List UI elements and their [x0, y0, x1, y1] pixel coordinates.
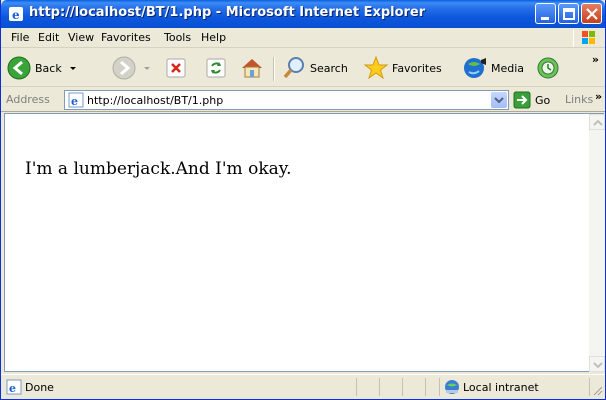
chevron-down-icon [494, 97, 504, 104]
scroll-down-icon [593, 362, 603, 369]
search-label: Search [310, 61, 348, 75]
close-button[interactable] [581, 3, 602, 24]
vertical-scrollbar[interactable] [589, 114, 605, 372]
dropdown-arrow-icon[interactable] [66, 61, 80, 75]
title-bar[interactable]: e http://localhost/BT/1.php - Microsoft … [1, 0, 605, 28]
menu-favorites[interactable]: Favorites [101, 31, 151, 44]
ie-window: e http://localhost/BT/1.php - Microsoft … [0, 0, 606, 400]
windows-logo [573, 29, 603, 47]
home-button[interactable] [239, 52, 265, 84]
media-button[interactable]: Media [462, 52, 524, 84]
page-icon: e [68, 92, 84, 108]
maximize-icon [563, 8, 575, 20]
menu-bar: File Edit View Favorites Tools Help [1, 28, 605, 48]
menu-help[interactable]: Help [201, 31, 226, 44]
star-icon [363, 55, 389, 80]
status-text: Done [25, 381, 54, 394]
status-divider [379, 378, 380, 396]
ie-logo-icon: e [9, 7, 23, 22]
svg-text:e: e [12, 8, 20, 22]
refresh-icon [206, 58, 226, 78]
toolbar-separator [273, 57, 275, 81]
links-button[interactable]: Links [565, 93, 593, 106]
scroll-up-icon [593, 119, 603, 126]
toolbar-overflow-chevron[interactable]: » [592, 53, 599, 66]
intranet-globe-icon [445, 380, 459, 394]
resize-grip-icon[interactable] [591, 384, 603, 396]
window-title: http://localhost/BT/1.php - Microsoft In… [29, 5, 426, 20]
go-arrow-icon [513, 91, 531, 109]
maximize-button[interactable] [558, 3, 579, 24]
media-icon [464, 58, 486, 78]
go-button[interactable]: Go [513, 90, 550, 110]
status-divider [439, 378, 440, 396]
stop-button[interactable] [165, 52, 187, 84]
address-dropdown-button[interactable] [491, 92, 507, 108]
status-divider [356, 378, 357, 396]
links-overflow-chevron[interactable]: » [595, 90, 602, 103]
minimize-icon [541, 17, 549, 20]
status-divider [589, 378, 590, 396]
status-bar: e Done Local intranet [1, 374, 605, 398]
menu-tools[interactable]: Tools [164, 31, 191, 44]
address-url: http://localhost/BT/1.php [87, 94, 224, 107]
svg-text:e: e [71, 95, 78, 108]
favorites-button[interactable]: Favorites [363, 52, 442, 84]
page-done-icon: e [6, 379, 22, 395]
security-zone: Local intranet [463, 381, 539, 394]
forward-arrow-icon [112, 56, 136, 80]
stop-icon [166, 58, 186, 78]
windows-flag-icon [582, 31, 595, 44]
page-body-text: I'm a lumberjack.And I'm okay. [25, 159, 292, 179]
dropdown-arrow-icon [144, 67, 150, 70]
media-label: Media [491, 61, 525, 75]
history-button[interactable] [535, 52, 561, 84]
close-icon [586, 8, 598, 20]
search-button[interactable]: Search [281, 52, 348, 84]
refresh-button[interactable] [205, 52, 227, 84]
favorites-label: Favorites [392, 61, 442, 75]
address-label: Address [6, 93, 50, 106]
page-viewport [4, 113, 604, 372]
menu-file[interactable]: File [11, 31, 29, 44]
minimize-button[interactable] [535, 3, 556, 24]
back-arrow-icon [7, 56, 31, 80]
status-divider [425, 378, 426, 396]
home-icon [242, 59, 262, 78]
status-divider [402, 378, 403, 396]
scroll-down-button[interactable] [589, 356, 605, 372]
address-bar: Address e http://localhost/BT/1.php Go L… [1, 88, 605, 112]
menu-view[interactable]: View [68, 31, 94, 44]
menu-edit[interactable]: Edit [38, 31, 59, 44]
standard-toolbar: Back Search Favorites Media » [1, 49, 605, 87]
search-icon [283, 57, 304, 79]
forward-button[interactable] [111, 52, 154, 84]
back-label: Back [35, 61, 62, 75]
address-input[interactable]: e http://localhost/BT/1.php [64, 90, 509, 110]
history-icon [537, 57, 559, 79]
go-label: Go [535, 93, 551, 107]
scroll-up-button[interactable] [589, 114, 605, 130]
back-button[interactable]: Back [6, 52, 80, 84]
svg-text:e: e [9, 382, 16, 395]
